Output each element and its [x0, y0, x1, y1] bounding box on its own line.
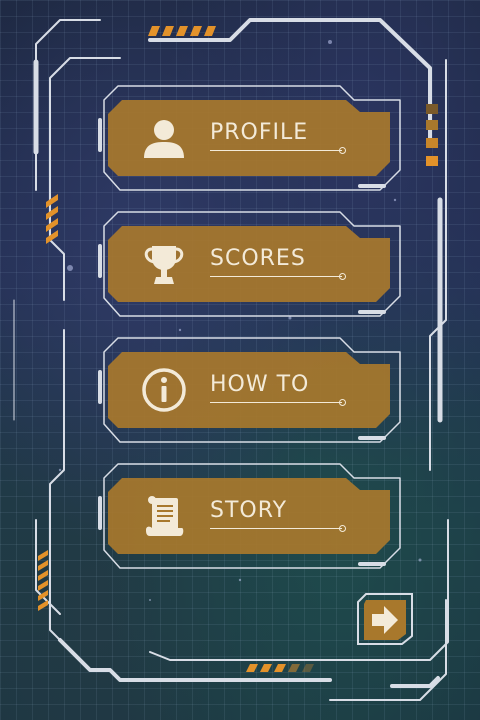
- user-icon: [144, 120, 184, 158]
- scroll-icon: [146, 496, 184, 536]
- info-icon: [142, 368, 186, 412]
- menu-label: HOW TO: [210, 372, 310, 397]
- menu-label: PROFILE: [210, 120, 309, 145]
- label-underline: [210, 147, 346, 154]
- trophy-icon: [144, 246, 184, 284]
- menu-button-scores[interactable]: SCORES: [108, 226, 390, 302]
- menu-button-profile[interactable]: PROFILE: [108, 100, 390, 176]
- label-underline: [210, 273, 346, 280]
- arrow-right-icon: [357, 593, 413, 645]
- menu-label: STORY: [210, 498, 288, 523]
- label-underline: [210, 525, 346, 532]
- menu-button-story[interactable]: STORY: [108, 478, 390, 554]
- menu-button-howto[interactable]: HOW TO: [108, 352, 390, 428]
- next-button[interactable]: [356, 592, 414, 646]
- menu-label: SCORES: [210, 246, 306, 271]
- label-underline: [210, 399, 346, 406]
